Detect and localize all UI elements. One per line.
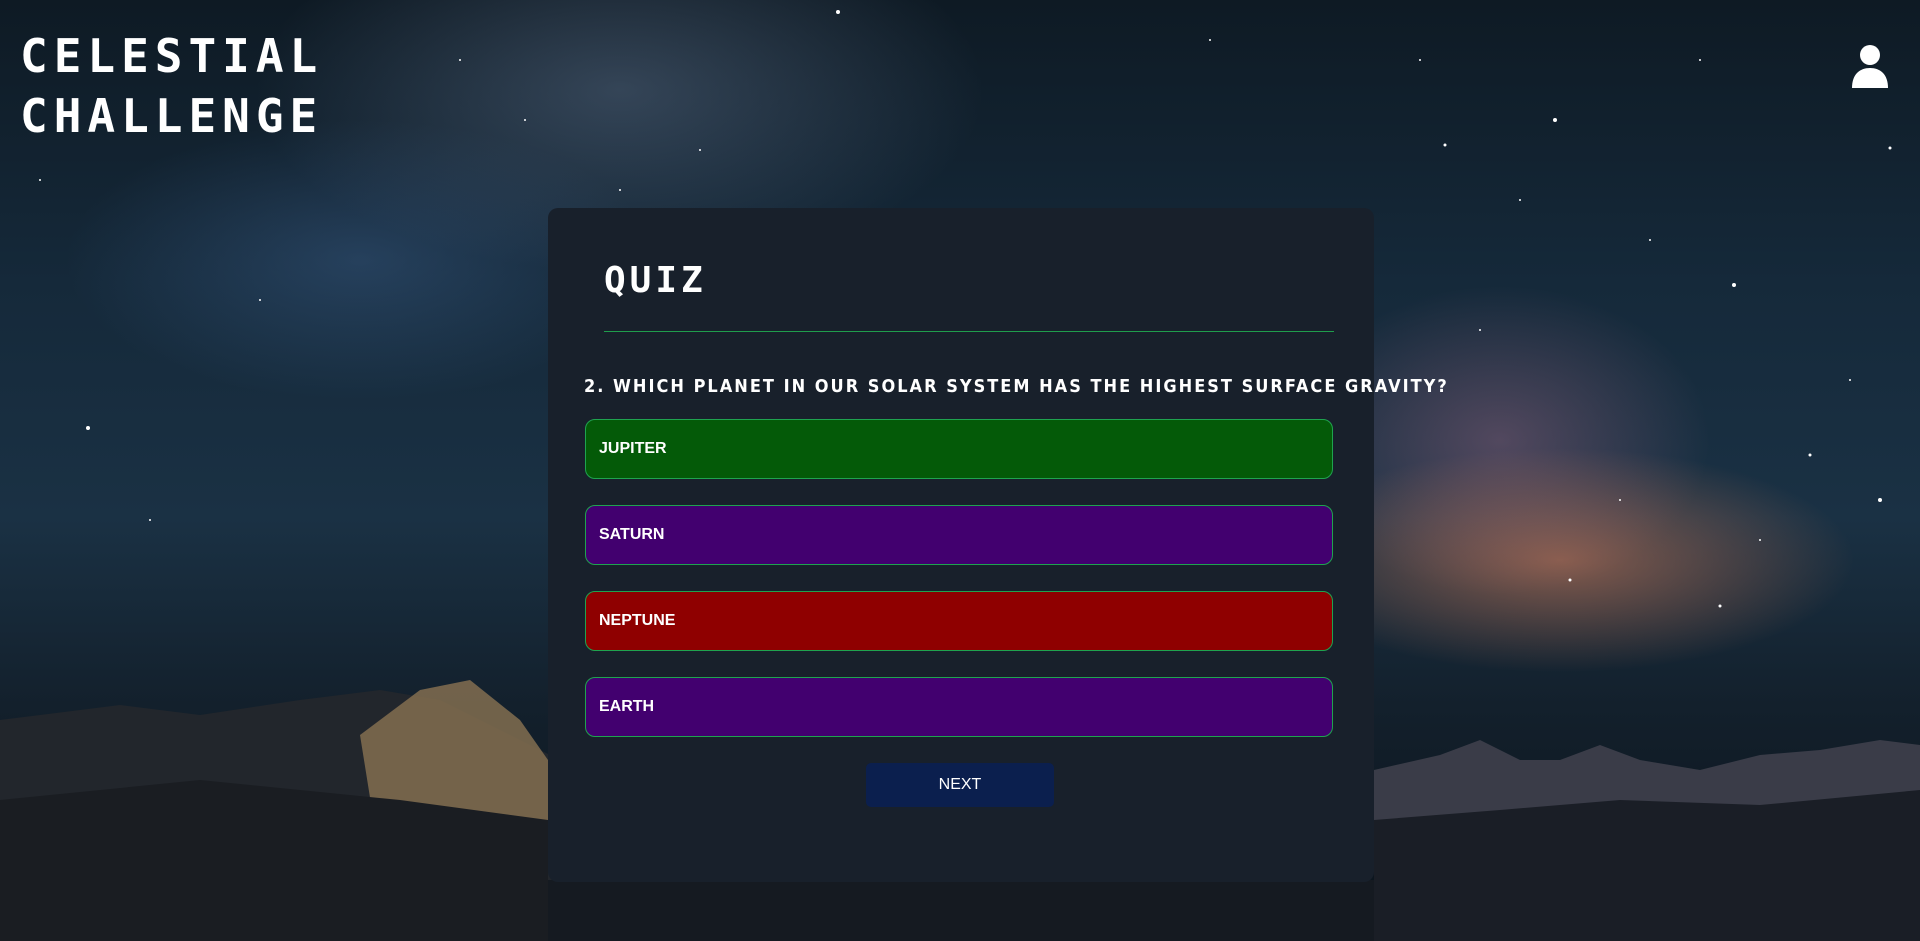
app-title-line2: CHALLENGE: [20, 89, 324, 143]
user-icon[interactable]: [1850, 44, 1890, 88]
next-button[interactable]: NEXT: [866, 763, 1054, 807]
answer-option-neptune[interactable]: NEPTUNE: [585, 591, 1333, 651]
app-title-line1: CELESTIAL: [20, 29, 324, 83]
answer-option-jupiter[interactable]: JUPITER: [585, 419, 1333, 479]
answer-option-earth[interactable]: EARTH: [585, 677, 1333, 737]
question-text: 2. WHICH PLANET IN OUR SOLAR SYSTEM HAS …: [584, 376, 1449, 397]
quiz-card: QUIZ 2. WHICH PLANET IN OUR SOLAR SYSTEM…: [548, 208, 1449, 882]
app-title: CELESTIAL CHALLENGE: [20, 26, 323, 146]
quiz-title: QUIZ: [604, 260, 707, 301]
title-divider: [604, 331, 1334, 332]
answer-option-saturn[interactable]: SATURN: [585, 505, 1333, 565]
